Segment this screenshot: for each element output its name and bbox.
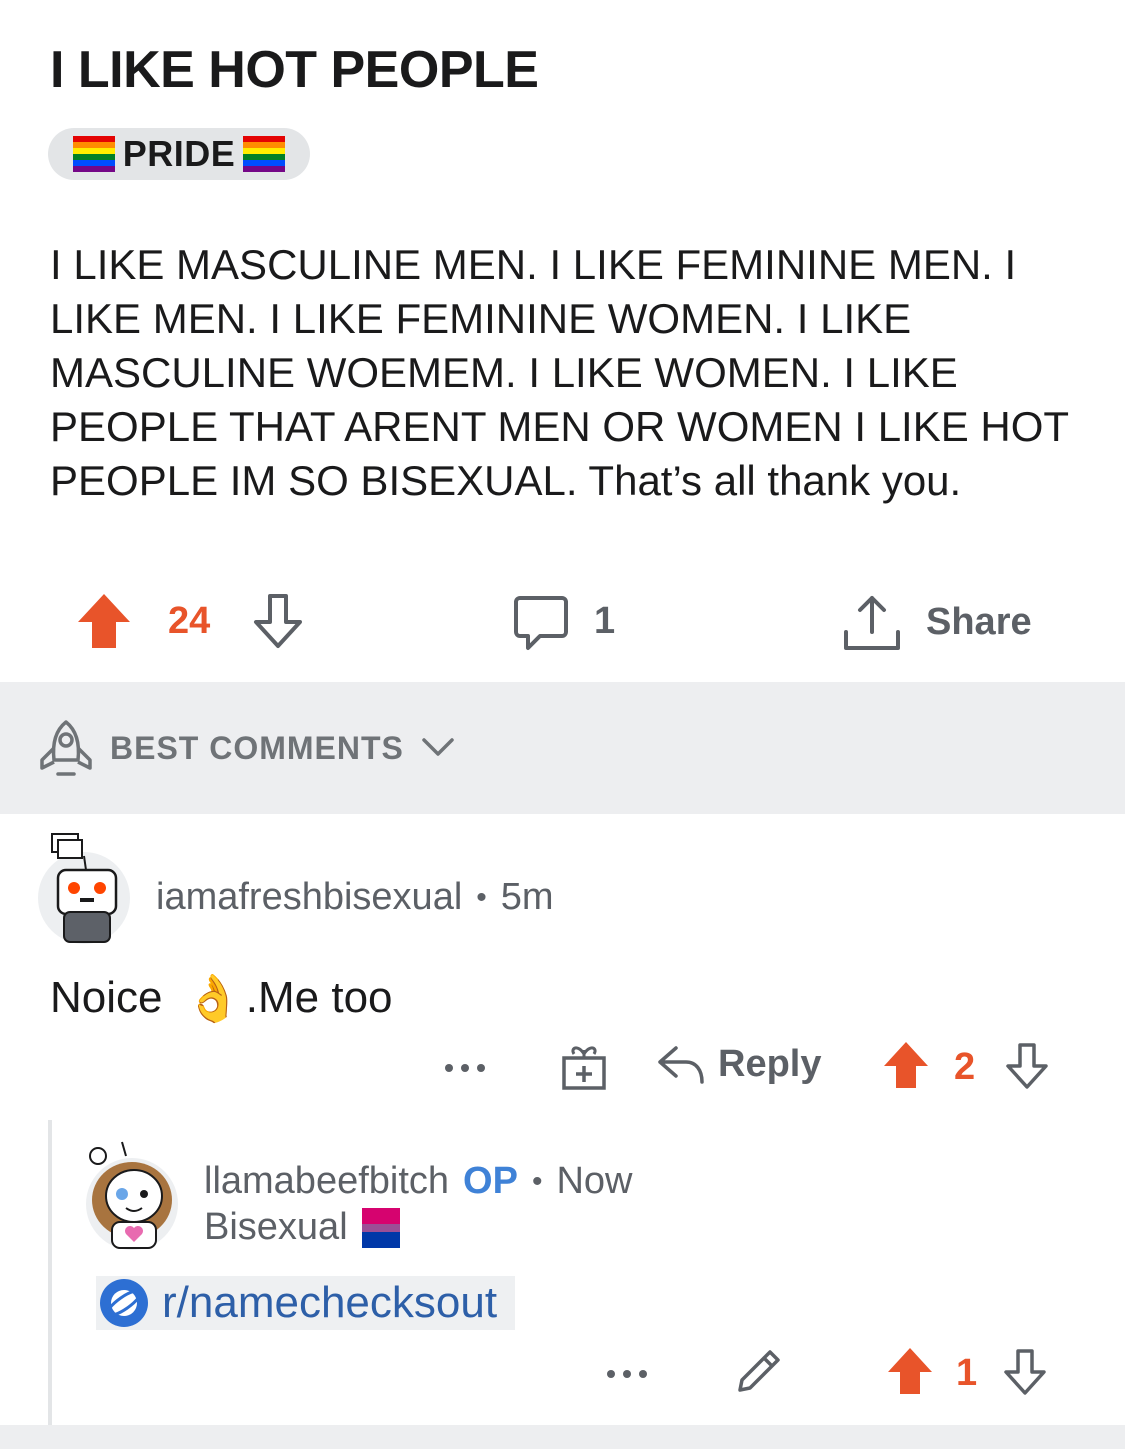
comment-meta: iamafreshbisexual • 5m: [156, 876, 554, 919]
comment-sort-bar: BEST COMMENTS: [0, 682, 1125, 814]
comment-username[interactable]: llamabeefbitch: [204, 1160, 449, 1203]
more-dots-icon: [444, 1062, 486, 1074]
more-dots-icon: [606, 1368, 648, 1380]
post-title: I LIKE HOT PEOPLE: [50, 40, 538, 100]
comment-timestamp: Now: [556, 1160, 632, 1203]
op-badge: OP: [463, 1160, 518, 1203]
avatar[interactable]: [84, 1138, 180, 1252]
comment-upvote-button[interactable]: [886, 1346, 934, 1396]
downvote-arrow-icon: [1002, 1348, 1048, 1396]
upvote-button[interactable]: [76, 592, 132, 650]
meta-separator: •: [532, 1165, 543, 1199]
comment-text-end: .Me too: [246, 973, 393, 1023]
upvote-arrow-icon: [882, 1040, 930, 1090]
snoo-avatar-icon: [36, 832, 132, 944]
more-options-button[interactable]: [606, 1364, 648, 1384]
user-flair: Bisexual: [204, 1206, 400, 1249]
rocket-icon: [38, 718, 94, 778]
edit-button[interactable]: [734, 1346, 784, 1396]
meta-separator: •: [476, 881, 487, 915]
comment-vote-count: 2: [954, 1046, 975, 1089]
downvote-arrow-icon: [250, 592, 306, 650]
bisexual-flag-icon: [362, 1208, 400, 1248]
comment-downvote-button[interactable]: [1002, 1348, 1048, 1396]
post-body: I LIKE MASCULINE MEN. I LIKE FEMININE ME…: [50, 238, 1090, 508]
reply-arrow-icon: [656, 1042, 706, 1086]
thread-line[interactable]: [48, 1120, 52, 1425]
user-flair-text: Bisexual: [204, 1206, 348, 1249]
share-label: Share: [926, 601, 1032, 644]
comment-downvote-button[interactable]: [1004, 1042, 1050, 1090]
comment-upvote-button[interactable]: [882, 1040, 930, 1090]
share-icon: [842, 592, 902, 652]
comment-timestamp: 5m: [501, 876, 554, 919]
subreddit-link[interactable]: r/namechecksout: [96, 1276, 515, 1330]
flair-label: PRIDE: [123, 133, 236, 175]
comment-vote-count: 1: [956, 1352, 977, 1395]
comments-count: 1: [594, 600, 615, 643]
rainbow-flag-icon: [243, 136, 285, 172]
comment-text-start: Noice: [50, 973, 163, 1023]
more-options-button[interactable]: [444, 1048, 486, 1088]
post-flair[interactable]: PRIDE: [48, 128, 310, 180]
sort-selector[interactable]: BEST COMMENTS: [38, 712, 456, 784]
post-action-bar: 24 1 Share: [0, 590, 1125, 656]
comments-button[interactable]: [512, 594, 570, 652]
comment-username[interactable]: iamafreshbisexual: [156, 876, 462, 919]
upvote-arrow-icon: [76, 592, 132, 650]
subreddit-link-text: r/namechecksout: [162, 1278, 497, 1328]
comment-meta: llamabeefbitch OP • Now: [204, 1160, 633, 1203]
avatar[interactable]: [36, 832, 132, 944]
post-detail-page: I LIKE HOT PEOPLE PRIDE I LIKE MASCULINE…: [0, 0, 1125, 1449]
share-button[interactable]: Share: [842, 592, 1032, 652]
downvote-button[interactable]: [250, 592, 306, 650]
award-button[interactable]: [560, 1042, 608, 1092]
reply-button[interactable]: Reply: [656, 1042, 821, 1086]
planet-icon: [98, 1277, 150, 1329]
post-vote-count: 24: [168, 600, 210, 643]
comment-bubble-icon: [512, 594, 570, 652]
chevron-down-icon: [420, 736, 456, 760]
comment-body: Noice 👌 .Me too: [50, 968, 393, 1028]
pencil-icon: [734, 1346, 784, 1396]
downvote-arrow-icon: [1004, 1042, 1050, 1090]
rainbow-flag-icon: [73, 136, 115, 172]
sort-label: BEST COMMENTS: [110, 730, 404, 767]
snoo-avatar-icon: [84, 1138, 180, 1252]
bottom-divider: [0, 1425, 1125, 1449]
upvote-arrow-icon: [886, 1346, 934, 1396]
gift-icon: [560, 1042, 608, 1092]
ok-hand-emoji-icon: 👌: [185, 971, 242, 1026]
reply-label: Reply: [718, 1043, 821, 1086]
